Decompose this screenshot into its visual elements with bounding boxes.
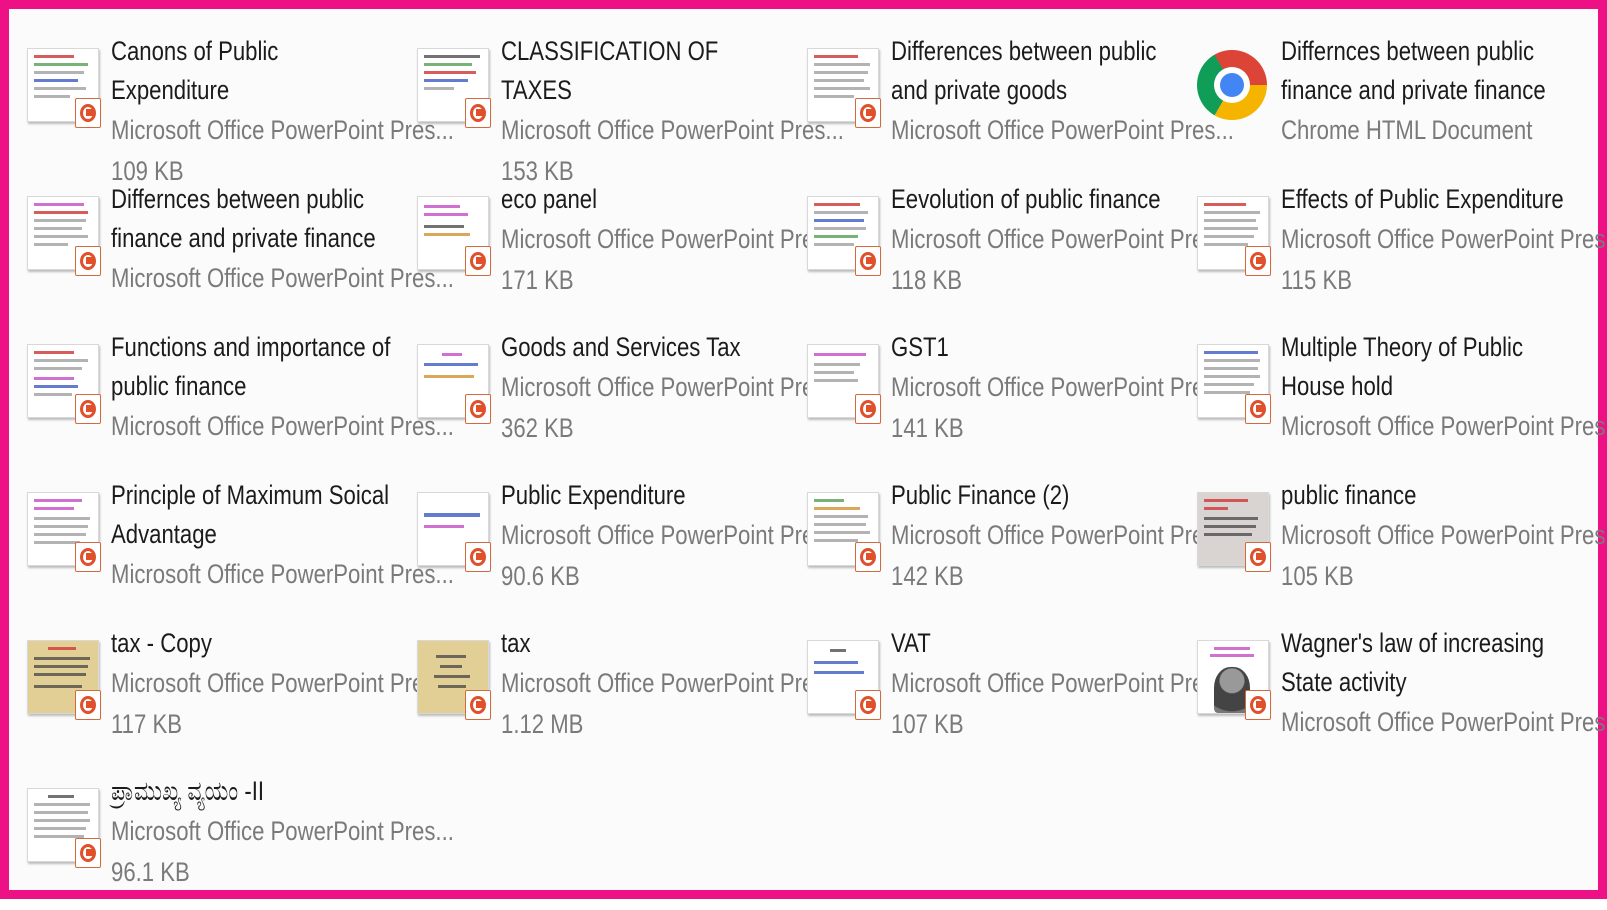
file-name: Public Finance (2) xyxy=(891,480,1070,510)
powerpoint-file-icon xyxy=(27,336,101,424)
powerpoint-file-icon xyxy=(1197,336,1271,424)
file-type: Microsoft Office PowerPoint Pres... xyxy=(891,372,1234,402)
file-name: Differences between public and private g… xyxy=(891,36,1157,105)
file-type: Chrome HTML Document xyxy=(1281,115,1533,145)
file-size: 105 KB xyxy=(1281,561,1354,591)
file-item[interactable]: GST1 Microsoft Office PowerPoint Pres...… xyxy=(807,318,1234,466)
file-item[interactable]: Eevolution of public finance Microsoft O… xyxy=(807,170,1234,318)
file-type: Microsoft Office PowerPoint Pres... xyxy=(111,668,454,698)
file-size: 141 KB xyxy=(891,413,964,443)
file-type: Microsoft Office PowerPoint Pres... xyxy=(501,668,844,698)
file-size: 96.1 KB xyxy=(111,857,190,887)
file-type: Microsoft Office PowerPoint Pres... xyxy=(891,115,1234,145)
file-type: Microsoft Office PowerPoint Pres... xyxy=(111,115,454,145)
powerpoint-file-icon xyxy=(1197,484,1271,572)
file-type: Microsoft Office PowerPoint Pres... xyxy=(111,263,454,293)
file-type: Microsoft Office PowerPoint Pres... xyxy=(1281,224,1607,254)
file-name: Effects of Public Expenditure xyxy=(1281,184,1564,214)
powerpoint-file-icon xyxy=(807,632,881,720)
file-name: Multiple Theory of Public House hold xyxy=(1281,332,1524,401)
file-item[interactable]: VAT Microsoft Office PowerPoint Pres... … xyxy=(807,614,1234,762)
powerpoint-file-icon xyxy=(417,484,491,572)
file-name: eco panel xyxy=(501,184,598,214)
file-item[interactable]: Differnces between public finance and pr… xyxy=(27,170,454,318)
powerpoint-file-icon xyxy=(27,40,101,128)
powerpoint-file-icon xyxy=(1197,632,1271,720)
file-item[interactable]: CLASSIFICATION OF TAXES Microsoft Office… xyxy=(417,22,844,186)
file-item[interactable]: Goods and Services Tax Microsoft Office … xyxy=(417,318,844,466)
powerpoint-file-icon xyxy=(27,484,101,572)
file-item[interactable]: ಪ್ರಾಮುಖ್ಯ ವ್ಯಯಂ -II Microsoft Office Pow… xyxy=(27,762,454,910)
file-size: 142 KB xyxy=(891,561,964,591)
file-type: Microsoft Office PowerPoint Pres... xyxy=(501,520,844,550)
file-size: 117 KB xyxy=(111,709,182,739)
file-size: 107 KB xyxy=(891,709,964,739)
file-size: 118 KB xyxy=(891,265,962,295)
file-grid: Canons of Public Expenditure Microsoft O… xyxy=(27,22,1607,910)
file-item[interactable]: tax - Copy Microsoft Office PowerPoint P… xyxy=(27,614,454,762)
file-type: Microsoft Office PowerPoint Pres... xyxy=(501,224,844,254)
file-item[interactable]: Functions and importance of public finan… xyxy=(27,318,454,466)
file-name: Eevolution of public finance xyxy=(891,184,1161,214)
file-type: Microsoft Office PowerPoint Pres... xyxy=(111,816,454,846)
file-name: Functions and importance of public finan… xyxy=(111,332,391,401)
file-item[interactable]: Public Expenditure Microsoft Office Powe… xyxy=(417,466,844,614)
file-size: 362 KB xyxy=(501,413,574,443)
file-item[interactable]: Effects of Public Expenditure Microsoft … xyxy=(1197,170,1607,318)
file-name: Principle of Maximum Soical Advantage xyxy=(111,480,390,549)
file-size: 115 KB xyxy=(1281,265,1352,295)
file-type: Microsoft Office PowerPoint Pres... xyxy=(1281,411,1607,441)
powerpoint-file-icon xyxy=(417,632,491,720)
file-item[interactable]: eco panel Microsoft Office PowerPoint Pr… xyxy=(417,170,844,318)
file-name: Wagner's law of increasing State activit… xyxy=(1281,628,1545,697)
file-type: Microsoft Office PowerPoint Pres... xyxy=(891,224,1234,254)
powerpoint-file-icon xyxy=(27,780,101,868)
file-item[interactable]: tax Microsoft Office PowerPoint Pres... … xyxy=(417,614,844,762)
powerpoint-file-icon xyxy=(417,336,491,424)
file-item[interactable]: Differences between public and private g… xyxy=(807,22,1234,170)
file-type: Microsoft Office PowerPoint Pres... xyxy=(111,411,454,441)
file-size: 171 KB xyxy=(501,265,574,295)
file-name: Differnces between public finance and pr… xyxy=(111,184,376,253)
powerpoint-file-icon xyxy=(27,188,101,276)
powerpoint-file-icon xyxy=(27,632,101,720)
file-item[interactable]: Differnces between public finance and pr… xyxy=(1197,22,1587,170)
file-name: CLASSIFICATION OF TAXES xyxy=(501,36,719,105)
file-type: Microsoft Office PowerPoint Pres... xyxy=(111,559,454,589)
file-item[interactable]: Multiple Theory of Public House hold Mic… xyxy=(1197,318,1607,466)
file-name: Differnces between public finance and pr… xyxy=(1281,36,1546,105)
file-name: GST1 xyxy=(891,332,949,362)
file-type: Microsoft Office PowerPoint Pres... xyxy=(501,372,844,402)
chrome-icon xyxy=(1197,40,1271,128)
powerpoint-file-icon xyxy=(807,336,881,424)
powerpoint-file-icon xyxy=(1197,188,1271,276)
file-name: ಪ್ರಾಮುಖ್ಯ ವ್ಯಯಂ -II xyxy=(111,776,265,806)
file-item[interactable]: Principle of Maximum Soical Advantage Mi… xyxy=(27,466,454,614)
file-name: Canons of Public Expenditure xyxy=(111,36,279,105)
file-name: Public Expenditure xyxy=(501,480,686,510)
file-type: Microsoft Office PowerPoint Pres... xyxy=(891,668,1234,698)
file-type: Microsoft Office PowerPoint Pres... xyxy=(1281,707,1607,737)
file-type: Microsoft Office PowerPoint Pres... xyxy=(891,520,1234,550)
file-item[interactable]: Canons of Public Expenditure Microsoft O… xyxy=(27,22,454,186)
file-size: 1.12 MB xyxy=(501,709,584,739)
powerpoint-file-icon xyxy=(417,40,491,128)
file-item[interactable]: public finance Microsoft Office PowerPoi… xyxy=(1197,466,1607,614)
file-item[interactable]: Public Finance (2) Microsoft Office Powe… xyxy=(807,466,1234,614)
powerpoint-file-icon xyxy=(807,40,881,128)
powerpoint-file-icon xyxy=(417,188,491,276)
powerpoint-file-icon xyxy=(807,484,881,572)
file-name: public finance xyxy=(1281,480,1417,510)
powerpoint-file-icon xyxy=(807,188,881,276)
file-type: Microsoft Office PowerPoint Pres... xyxy=(501,115,844,145)
file-name: tax - Copy xyxy=(111,628,212,658)
file-size: 90.6 KB xyxy=(501,561,580,591)
file-name: Goods and Services Tax xyxy=(501,332,741,362)
file-item[interactable]: Wagner's law of increasing State activit… xyxy=(1197,614,1607,762)
file-name: VAT xyxy=(891,628,931,658)
file-name: tax xyxy=(501,628,531,658)
file-type: Microsoft Office PowerPoint Pres... xyxy=(1281,520,1607,550)
